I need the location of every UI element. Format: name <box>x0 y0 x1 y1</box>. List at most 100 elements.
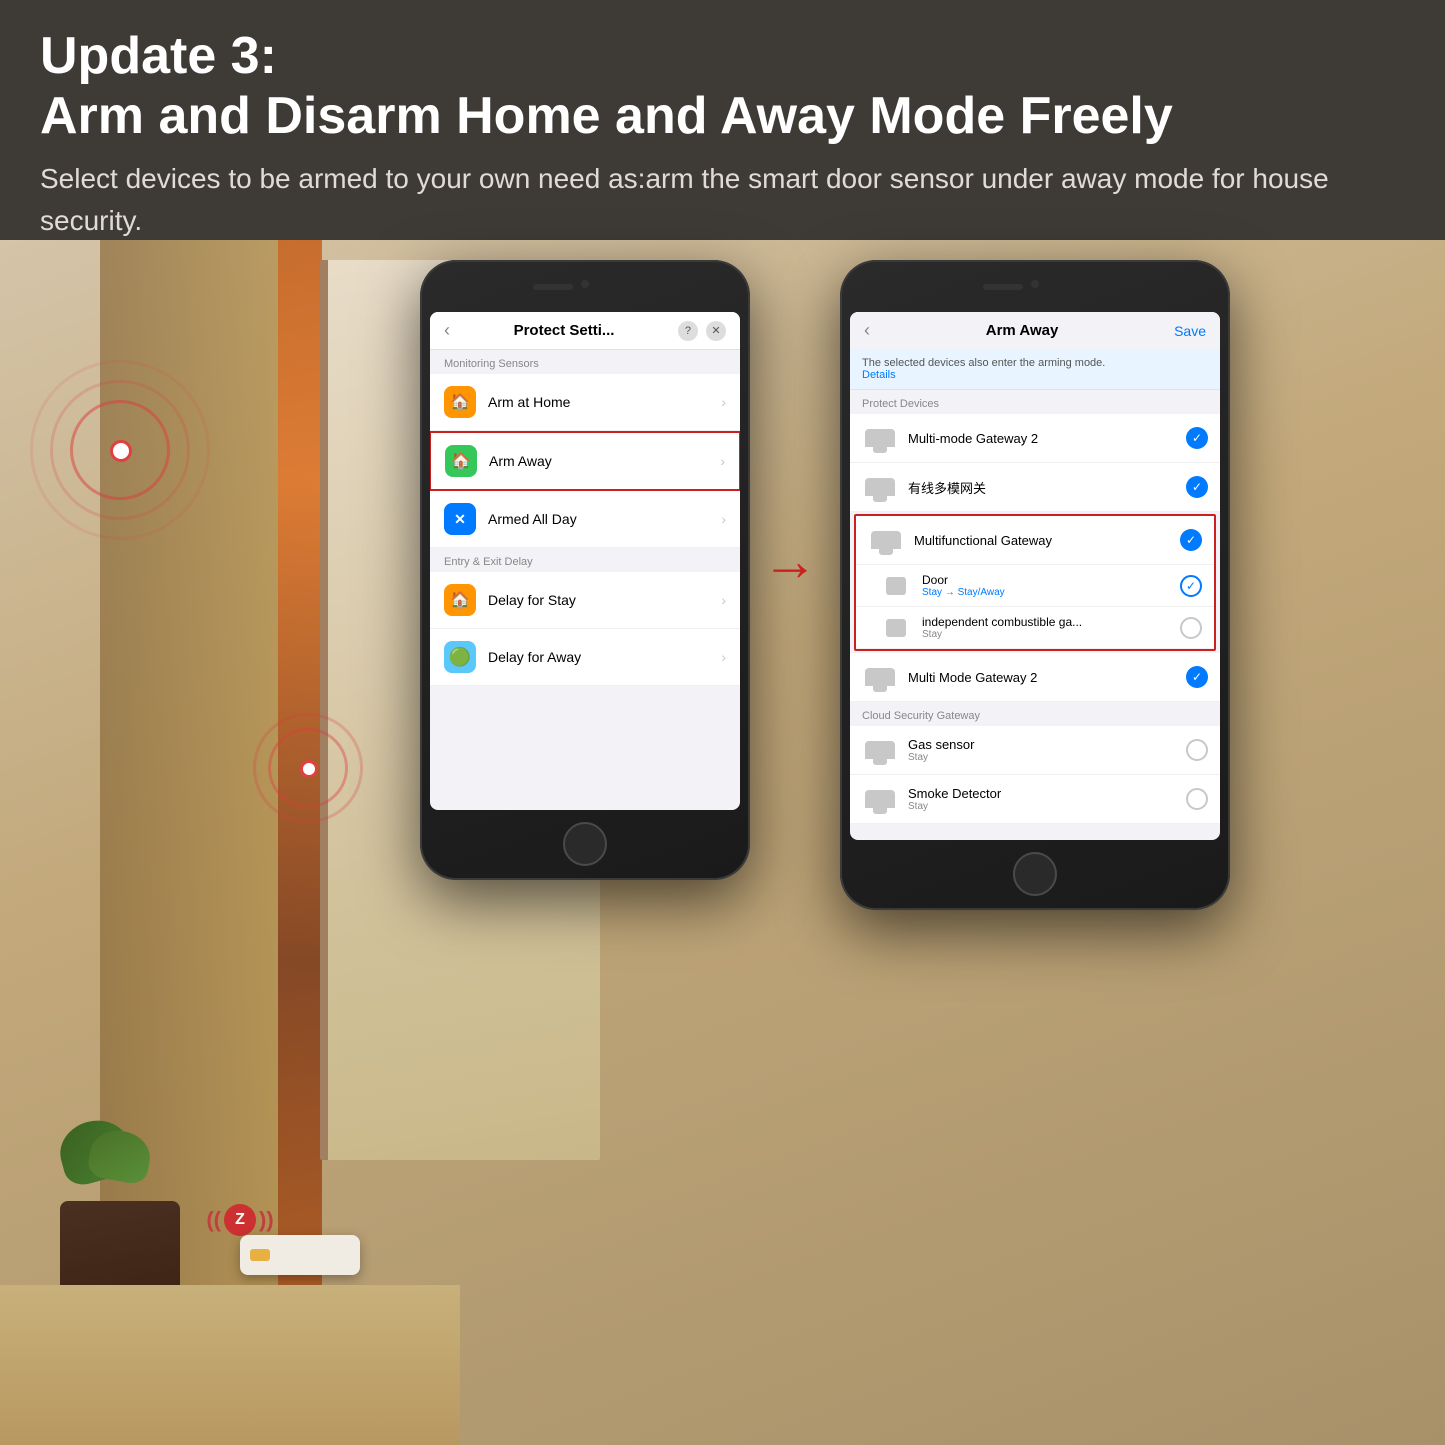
delay-stay-chevron: › <box>721 592 726 608</box>
delay-stay-icon: 🏠 <box>444 584 476 616</box>
gas-sensor-status: Stay <box>908 752 1186 763</box>
notice-link[interactable]: Details <box>862 369 1208 381</box>
header-banner: Update 3: Arm and Disarm Home and Away M… <box>0 0 1445 240</box>
door-name: Door <box>922 573 1180 587</box>
phone-right-camera <box>1031 280 1039 288</box>
door-status: Stay → Stay/Away <box>922 587 1180 598</box>
phone-left-speaker <box>533 284 573 290</box>
delay-away-chevron: › <box>721 649 726 665</box>
right-screen-header: ‹ Arm Away Save <box>850 312 1220 349</box>
close-icon[interactable]: ✕ <box>706 321 726 341</box>
back-button[interactable]: ‹ <box>444 320 450 341</box>
combustible-name: independent combustible ga... <box>922 615 1180 629</box>
gas-sensor-icon <box>862 736 898 764</box>
right-back-button[interactable]: ‹ <box>864 320 870 341</box>
device-gas-sensor[interactable]: Gas sensor Stay <box>850 726 1220 775</box>
armed-all-day-label: Armed All Day <box>488 511 721 527</box>
armed-all-day-item[interactable]: ✕ Armed All Day › <box>430 491 740 548</box>
gateway-device <box>240 1235 360 1275</box>
delay-stay-item[interactable]: 🏠 Delay for Stay › <box>430 572 740 629</box>
motion-sensor-1 <box>110 440 132 462</box>
delay-away-label: Delay for Away <box>488 649 721 665</box>
armed-all-day-icon: ✕ <box>444 503 476 535</box>
gas-sensor-check[interactable] <box>1186 739 1208 761</box>
door-check[interactable]: ✓ <box>1180 575 1202 597</box>
delay-stay-label: Delay for Stay <box>488 592 721 608</box>
combustible-check[interactable] <box>1180 617 1202 639</box>
device-multi-mode-gateway-2[interactable]: Multi Mode Gateway 2 ✓ <box>850 653 1220 702</box>
help-icon[interactable]: ? <box>678 321 698 341</box>
left-screen-title: Protect Setti... <box>514 322 615 339</box>
multifunctional-check[interactable]: ✓ <box>1180 529 1202 551</box>
notice-text: The selected devices also enter the armi… <box>862 357 1105 369</box>
red-arrow <box>760 540 820 580</box>
sensor-dot-2 <box>300 760 318 778</box>
delay-section-label: Entry & Exit Delay <box>430 548 740 572</box>
header-description: Select devices to be armed to your own n… <box>40 158 1405 242</box>
phone-right-shell: ‹ Arm Away Save The selected devices als… <box>840 260 1230 910</box>
arm-home-chevron: › <box>721 394 726 410</box>
wired-gateway-check[interactable]: ✓ <box>1186 476 1208 498</box>
gas-sensor-name: Gas sensor <box>908 737 1186 752</box>
smoke-detector-check[interactable] <box>1186 788 1208 810</box>
device-smoke-detector[interactable]: Smoke Detector Stay <box>850 775 1220 824</box>
multifunctional-icon <box>868 526 904 554</box>
wired-gateway-icon <box>862 473 898 501</box>
door-icon <box>886 575 914 597</box>
armed-all-day-chevron: › <box>721 511 726 527</box>
cloud-security-label: Cloud Security Gateway <box>850 702 1220 726</box>
arm-home-icon: 🏠 <box>444 386 476 418</box>
smoke-detector-icon <box>862 785 898 813</box>
phone-left-camera <box>581 280 589 288</box>
combustible-status: Stay <box>922 629 1180 640</box>
right-screen-title: Arm Away <box>986 322 1059 339</box>
phone-left: ‹ Protect Setti... ? ✕ Monitoring Sensor… <box>420 260 750 880</box>
phone-right-screen: ‹ Arm Away Save The selected devices als… <box>850 312 1220 840</box>
gateway-2-name: Multi-mode Gateway 2 <box>908 431 1186 446</box>
phone-right-speaker <box>983 284 1023 290</box>
arm-away-label: Arm Away <box>489 453 720 469</box>
notice-banner: The selected devices also enter the armi… <box>850 349 1220 390</box>
device-wired-gateway[interactable]: 有线多模网关 ✓ <box>850 463 1220 512</box>
zigbee-left-wave: (( <box>206 1207 221 1233</box>
sensor-dot <box>110 440 132 462</box>
header-icons: ? ✕ <box>678 321 726 341</box>
device-multifunctional-gateway[interactable]: Multifunctional Gateway ✓ <box>856 516 1214 565</box>
phone-left-shell: ‹ Protect Setti... ? ✕ Monitoring Sensor… <box>420 260 750 880</box>
left-screen-header: ‹ Protect Setti... ? ✕ <box>430 312 740 350</box>
page-title: Arm and Disarm Home and Away Mode Freely <box>40 85 1405 147</box>
phone-left-home-btn[interactable] <box>563 822 607 866</box>
multi-mode-icon <box>862 663 898 691</box>
smoke-detector-name: Smoke Detector <box>908 786 1186 801</box>
device-multi-gateway-2[interactable]: Multi-mode Gateway 2 ✓ <box>850 414 1220 463</box>
update-label: Update 3: <box>40 28 1405 85</box>
combustible-icon <box>886 617 914 639</box>
phone-left-screen: ‹ Protect Setti... ? ✕ Monitoring Sensor… <box>430 312 740 810</box>
phone-right: ‹ Arm Away Save The selected devices als… <box>840 260 1230 910</box>
zigbee-right-wave: )) <box>259 1207 274 1233</box>
sub-device-door[interactable]: Door Stay → Stay/Away ✓ <box>856 565 1214 607</box>
smoke-detector-status: Stay <box>908 801 1186 812</box>
zigbee-icon: Z <box>224 1204 256 1236</box>
multifunctional-gateway-group: Multifunctional Gateway ✓ Door Stay → St… <box>854 514 1216 651</box>
arm-away-chevron: › <box>720 453 725 469</box>
delay-away-icon: 🟢 <box>444 641 476 673</box>
gateway-2-check[interactable]: ✓ <box>1186 427 1208 449</box>
monitoring-section-label: Monitoring Sensors <box>430 350 740 374</box>
phone-right-home-btn[interactable] <box>1013 852 1057 896</box>
gateway-icon-1 <box>862 424 898 452</box>
multi-mode-check[interactable]: ✓ <box>1186 666 1208 688</box>
multi-mode-name: Multi Mode Gateway 2 <box>908 670 1186 685</box>
wired-gateway-name: 有线多模网关 <box>908 478 1186 497</box>
table-surface <box>0 1285 460 1445</box>
arm-away-item[interactable]: 🏠 Arm Away › <box>430 431 740 491</box>
multifunctional-name: Multifunctional Gateway <box>914 533 1180 548</box>
save-button[interactable]: Save <box>1174 323 1206 339</box>
delay-away-item[interactable]: 🟢 Delay for Away › <box>430 629 740 686</box>
sub-device-combustible[interactable]: independent combustible ga... Stay <box>856 607 1214 649</box>
motion-sensor-2 <box>300 760 318 778</box>
arm-away-icon: 🏠 <box>445 445 477 477</box>
arm-home-label: Arm at Home <box>488 394 721 410</box>
arm-at-home-item[interactable]: 🏠 Arm at Home › <box>430 374 740 431</box>
protect-devices-label: Protect Devices <box>850 390 1220 414</box>
